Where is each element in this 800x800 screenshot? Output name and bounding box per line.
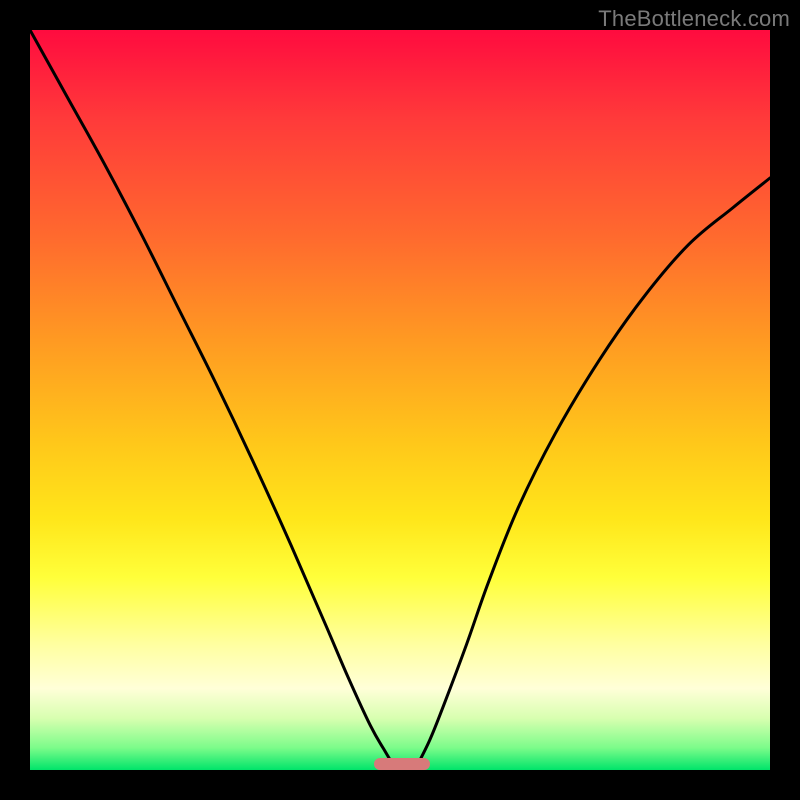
curves-svg [30, 30, 770, 770]
curve-left [30, 30, 396, 770]
plot-area [30, 30, 770, 770]
chart-frame: TheBottleneck.com [0, 0, 800, 800]
curve-right [415, 178, 770, 770]
bottleneck-marker [374, 758, 430, 770]
watermark-text: TheBottleneck.com [598, 6, 790, 32]
